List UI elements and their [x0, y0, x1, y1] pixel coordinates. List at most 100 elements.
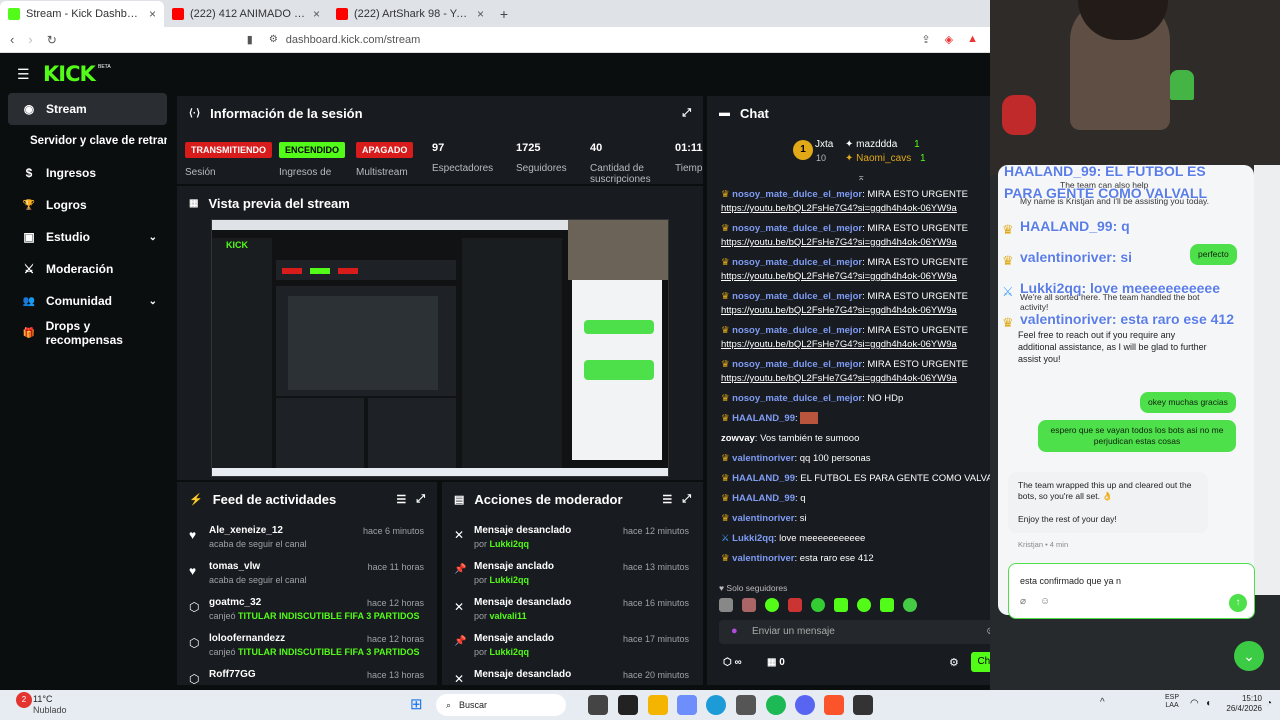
- app-icon[interactable]: [853, 695, 873, 715]
- share-icon[interactable]: ⇪: [921, 33, 930, 46]
- emote-icon[interactable]: [880, 598, 894, 612]
- sidebar-item-server-key[interactable]: Servidor y clave de retransn: [8, 125, 167, 157]
- chat-username[interactable]: valentinoriver: [732, 453, 794, 464]
- chat-link[interactable]: https://youtu.be/bQL2FsHe7G4?si=ggdh4h4o…: [707, 236, 990, 250]
- emote-icon[interactable]: [903, 598, 917, 612]
- sidebar-item-moderacion[interactable]: ⚔ Moderación: [8, 253, 167, 285]
- chat-username[interactable]: nosoy_mate_dulce_el_mejor: [732, 325, 862, 336]
- volume-icon[interactable]: ◖: [1205, 698, 1211, 709]
- back-icon[interactable]: ‹: [10, 32, 14, 47]
- emoji-icon[interactable]: ☺: [1040, 596, 1050, 607]
- chat-link[interactable]: https://youtu.be/bQL2FsHe7G4?si=ggdh4h4o…: [707, 304, 990, 318]
- weather-temp[interactable]: 11°C: [33, 694, 52, 704]
- feed-username[interactable]: goatmc_32: [209, 597, 261, 608]
- sidebar-item-estudio[interactable]: ▣ Estudio ⌄: [8, 221, 167, 253]
- sidebar-item-drops[interactable]: 🎁 Drops y recompensas: [8, 317, 167, 349]
- reload-icon[interactable]: ↻: [47, 33, 57, 47]
- browser-tab-youtube-1[interactable]: (222) 412 ANIMADO II CAPÍTULO 1 - ×: [164, 1, 328, 27]
- popout-icon[interactable]: ⤢: [682, 107, 691, 120]
- site-info-icon[interactable]: ⚙: [269, 34, 278, 45]
- chat-link-text[interactable]: https://youtu.be/bQL2FsHe7G4?si=ggdh4h4o…: [721, 203, 957, 214]
- spotify-icon[interactable]: [766, 695, 786, 715]
- moderator-name[interactable]: valvali11: [490, 611, 527, 621]
- file-explorer-icon[interactable]: [648, 695, 668, 715]
- chat-link-text[interactable]: https://youtu.be/bQL2FsHe7G4?si=ggdh4h4o…: [721, 237, 957, 248]
- notifications-icon[interactable]: ◔: [1266, 698, 1272, 709]
- stream-preview-video[interactable]: KICK: [211, 219, 669, 477]
- url-field[interactable]: dashboard.kick.com/stream: [286, 34, 421, 46]
- drag-handle-icon[interactable]: ⟨·⟩: [189, 108, 200, 119]
- app-icon[interactable]: [736, 695, 756, 715]
- points-counter[interactable]: ⬡ ∞: [723, 657, 742, 668]
- chat-username[interactable]: Lukki2qq: [732, 533, 774, 544]
- chat-link[interactable]: https://youtu.be/bQL2FsHe7G4?si=ggdh4h4o…: [707, 338, 990, 352]
- discord-icon[interactable]: [795, 695, 815, 715]
- filter-icon[interactable]: ☰: [662, 493, 672, 506]
- forward-icon[interactable]: ›: [28, 32, 32, 47]
- collapse-icon[interactable]: ⌅: [857, 172, 865, 183]
- language-indicator[interactable]: ESP LAA: [1165, 694, 1179, 710]
- drag-handle-icon[interactable]: ▦: [189, 198, 198, 209]
- moderator-name[interactable]: Lukki2qq: [490, 575, 530, 585]
- browser-tab-youtube-2[interactable]: (222) ArtShark 98 - YouTube ×: [328, 1, 492, 27]
- chat-username[interactable]: HAALAND_99: [732, 473, 795, 484]
- feed-username[interactable]: Roff77GG: [209, 669, 256, 680]
- chat-username[interactable]: valentinoriver: [732, 513, 794, 524]
- popout-icon[interactable]: ⤢: [416, 493, 425, 506]
- support-chat-scrollbar[interactable]: [1254, 165, 1280, 595]
- chat-username[interactable]: nosoy_mate_dulce_el_mejor: [732, 359, 862, 370]
- emote-icon[interactable]: [742, 598, 756, 612]
- new-tab-button[interactable]: +: [492, 1, 516, 27]
- chat-link[interactable]: https://youtu.be/bQL2FsHe7G4?si=ggdh4h4o…: [707, 270, 990, 284]
- brave-icon[interactable]: [824, 695, 844, 715]
- rewards-icon[interactable]: ▲: [967, 33, 978, 46]
- chat-link[interactable]: https://youtu.be/bQL2FsHe7G4?si=ggdh4h4o…: [707, 202, 990, 216]
- send-arrow-icon[interactable]: ↑: [1229, 594, 1247, 612]
- chat-username[interactable]: HAALAND_99: [732, 493, 795, 504]
- feed-username[interactable]: tomas_vlw: [209, 561, 260, 572]
- emote-icon[interactable]: [719, 598, 733, 612]
- chat-username[interactable]: nosoy_mate_dulce_el_mejor: [732, 291, 862, 302]
- browser-tab-kick[interactable]: Stream - Kick Dashboard ×: [0, 1, 164, 27]
- emote-icon[interactable]: [811, 598, 825, 612]
- attach-icon[interactable]: ⌀: [1020, 596, 1026, 607]
- emote-icon[interactable]: [765, 598, 779, 612]
- sidebar-item-logros[interactable]: 🏆 Logros: [8, 189, 167, 221]
- close-tab-icon[interactable]: ×: [477, 7, 484, 21]
- taskbar-search[interactable]: ⌕ Buscar: [436, 694, 566, 716]
- leader-entry[interactable]: ✦ Naomi_cavs 1: [845, 153, 926, 164]
- chevron-down-icon[interactable]: ⌄: [1234, 641, 1264, 671]
- bookmark-icon[interactable]: ▮: [247, 33, 253, 46]
- chat-link-text[interactable]: https://youtu.be/bQL2FsHe7G4?si=ggdh4h4o…: [721, 271, 957, 282]
- hamburger-menu-icon[interactable]: ☰: [17, 66, 30, 83]
- chat-username[interactable]: HAALAND_99: [732, 413, 795, 424]
- chat-username[interactable]: zowvay: [721, 433, 755, 444]
- chat-link[interactable]: https://youtu.be/bQL2FsHe7G4?si=ggdh4h4o…: [707, 372, 990, 386]
- microphone-icon[interactable]: ●: [731, 625, 738, 637]
- support-input[interactable]: esta confirmado que ya n ⌀ ☺ ↑: [1008, 563, 1255, 619]
- chat-username[interactable]: nosoy_mate_dulce_el_mejor: [732, 189, 862, 200]
- moderator-name[interactable]: Lukki2qq: [490, 647, 530, 657]
- chat-username[interactable]: nosoy_mate_dulce_el_mejor: [732, 393, 862, 404]
- brave-shield-icon[interactable]: ◈: [945, 33, 953, 46]
- moderator-name[interactable]: Lukki2qq: [490, 539, 530, 549]
- sidebar-item-comunidad[interactable]: 👥 Comunidad ⌄: [8, 285, 167, 317]
- gift-counter[interactable]: ▦ 0: [767, 657, 785, 668]
- app-icon[interactable]: [618, 695, 638, 715]
- chat-link-text[interactable]: https://youtu.be/bQL2FsHe7G4?si=ggdh4h4o…: [721, 339, 957, 350]
- task-view-icon[interactable]: [588, 695, 608, 715]
- leader-entry[interactable]: ✦ mazddda 1: [845, 139, 920, 150]
- chat-username[interactable]: nosoy_mate_dulce_el_mejor: [732, 257, 862, 268]
- tray-chevron-icon[interactable]: ^: [1100, 697, 1105, 708]
- sidebar-item-stream[interactable]: ◉ Stream: [8, 93, 167, 125]
- feed-username[interactable]: Ale_xeneize_12: [209, 525, 283, 536]
- kick-logo[interactable]: KICK: [43, 62, 96, 86]
- emote-icon[interactable]: [857, 598, 871, 612]
- app-icon[interactable]: [677, 695, 697, 715]
- wifi-icon[interactable]: ◠: [1190, 698, 1199, 709]
- popout-icon[interactable]: ⤢: [682, 493, 691, 506]
- emote-icon[interactable]: [788, 598, 802, 612]
- chat-link-text[interactable]: https://youtu.be/bQL2FsHe7G4?si=ggdh4h4o…: [721, 305, 957, 316]
- chat-username[interactable]: valentinoriver: [732, 553, 794, 564]
- filter-icon[interactable]: ☰: [396, 493, 406, 506]
